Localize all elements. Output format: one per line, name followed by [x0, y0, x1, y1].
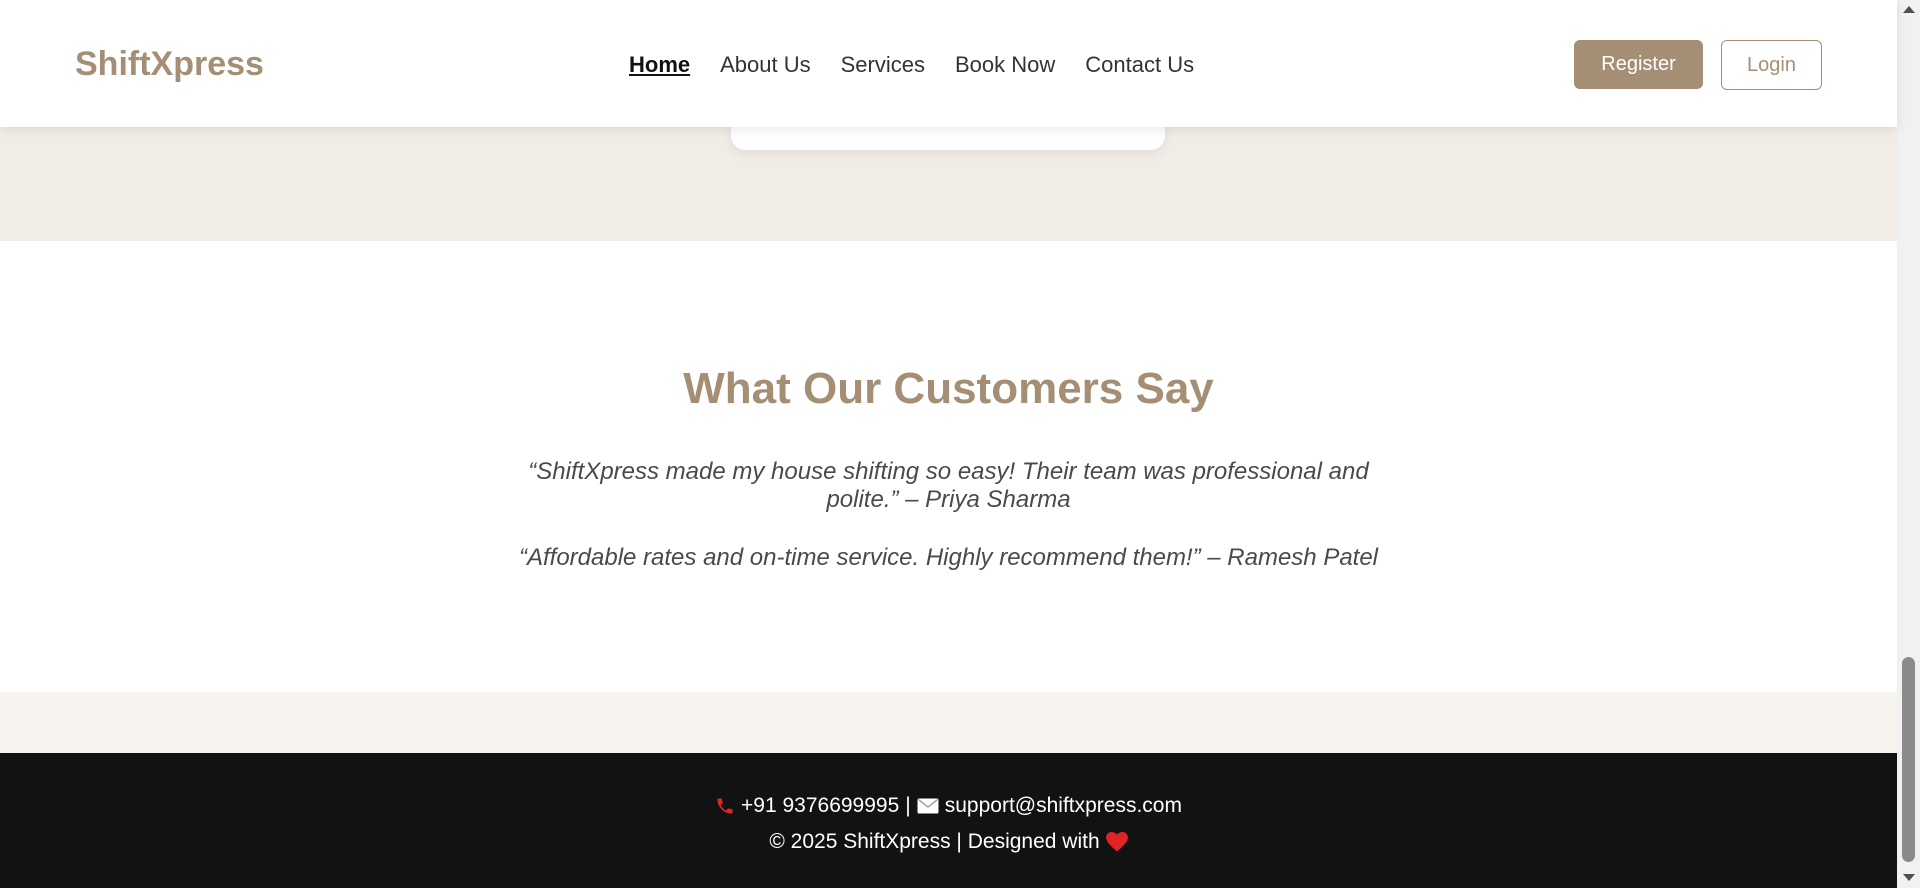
copyright-text: © 2025 ShiftXpress | Designed with — [769, 830, 1100, 853]
page-scrollbar[interactable] — [1897, 0, 1920, 888]
nav-about-us[interactable]: About Us — [720, 50, 811, 80]
phone-icon — [715, 796, 735, 816]
spacer-band — [0, 692, 1897, 753]
login-button[interactable]: Login — [1721, 40, 1822, 90]
footer-contact: +91 9376699995 | support@shiftxpress.com — [0, 793, 1897, 819]
nav-contact-us[interactable]: Contact Us — [1085, 50, 1194, 80]
site-logo[interactable]: ShiftXpress — [75, 44, 264, 84]
footer-separator: | — [905, 794, 911, 817]
site-header: ShiftXpress Home About Us Services Book … — [0, 0, 1897, 127]
page: What Our Customers Say “ShiftXpress made… — [0, 0, 1897, 888]
footer-phone[interactable]: +91 9376699995 — [741, 793, 899, 819]
main-nav: Home About Us Services Book Now Contact … — [629, 50, 1194, 80]
testimonial-quote: “ShiftXpress made my house shifting so e… — [0, 458, 1897, 514]
testimonial-quote: “Affordable rates and on-time service. H… — [518, 544, 1379, 571]
footer — [0, 753, 1897, 888]
heart-icon — [1105, 832, 1128, 852]
register-button[interactable]: Register — [1574, 40, 1703, 89]
nav-services[interactable]: Services — [841, 50, 925, 80]
scrollbar-thumb[interactable] — [1902, 657, 1915, 862]
nav-book-now[interactable]: Book Now — [955, 50, 1055, 80]
scroll-up-arrow-icon[interactable] — [1903, 6, 1915, 13]
footer-email[interactable]: support@shiftxpress.com — [945, 793, 1182, 819]
nav-home[interactable]: Home — [629, 50, 690, 80]
envelope-icon — [917, 798, 939, 814]
testimonial-quote-text: “ShiftXpress made my house shifting so e… — [528, 458, 1369, 513]
testimonials-title: What Our Customers Say — [683, 364, 1214, 413]
scroll-down-arrow-icon[interactable] — [1903, 874, 1915, 881]
footer-copyright: © 2025 ShiftXpress | Designed with — [0, 829, 1897, 855]
